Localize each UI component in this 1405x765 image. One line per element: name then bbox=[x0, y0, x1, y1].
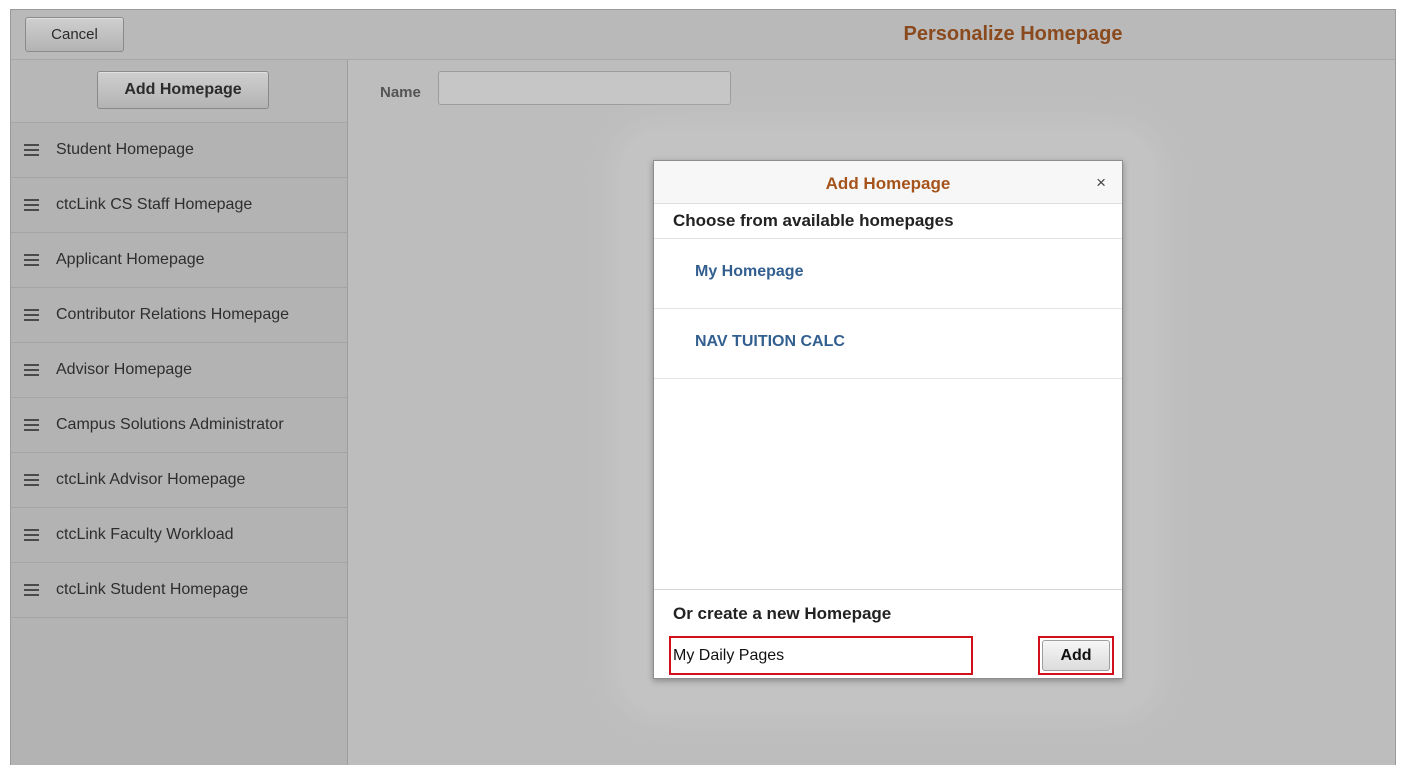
close-icon[interactable]: × bbox=[1096, 173, 1106, 193]
drag-handle-icon[interactable] bbox=[24, 584, 39, 596]
page-title: Personalize Homepage bbox=[903, 23, 1123, 45]
new-homepage-name-input[interactable] bbox=[669, 636, 973, 675]
sidebar-header: Add Homepage bbox=[11, 60, 347, 123]
drag-handle-icon[interactable] bbox=[24, 364, 39, 376]
name-label: Name bbox=[380, 84, 421, 101]
homepage-option-nav-tuition-calc[interactable]: NAV TUITION CALC bbox=[654, 309, 1122, 379]
sidebar-item-faculty-workload[interactable]: ctcLink Faculty Workload bbox=[11, 508, 347, 563]
drag-handle-icon[interactable] bbox=[24, 309, 39, 321]
drag-handle-icon[interactable] bbox=[24, 199, 39, 211]
homepage-sidebar: Add Homepage Student Homepage ctcLink CS… bbox=[11, 60, 348, 765]
sidebar-item-campus-solutions-admin[interactable]: Campus Solutions Administrator bbox=[11, 398, 347, 453]
sidebar-item-label: ctcLink Advisor Homepage bbox=[56, 471, 246, 488]
drag-handle-icon[interactable] bbox=[24, 419, 39, 431]
sidebar-item-label: Applicant Homepage bbox=[56, 251, 205, 268]
sidebar-item-contributor-relations[interactable]: Contributor Relations Homepage bbox=[11, 288, 347, 343]
add-homepage-dialog: Add Homepage × Choose from available hom… bbox=[653, 160, 1123, 679]
add-button-highlight: Add bbox=[1038, 636, 1114, 675]
drag-handle-icon[interactable] bbox=[24, 144, 39, 156]
sidebar-item-cs-staff-homepage[interactable]: ctcLink CS Staff Homepage bbox=[11, 178, 347, 233]
dialog-header: Add Homepage × bbox=[654, 161, 1122, 204]
sidebar-item-label: Student Homepage bbox=[56, 141, 194, 158]
sidebar-item-student-homepage[interactable]: Student Homepage bbox=[11, 123, 347, 178]
sidebar-item-ctclink-advisor[interactable]: ctcLink Advisor Homepage bbox=[11, 453, 347, 508]
top-bar: Cancel Personalize Homepage bbox=[11, 10, 1395, 60]
sidebar-item-label: ctcLink Student Homepage bbox=[56, 581, 249, 598]
sidebar-item-label: Campus Solutions Administrator bbox=[56, 416, 284, 433]
add-homepage-button[interactable]: Add Homepage bbox=[97, 71, 269, 109]
create-section-title: Or create a new Homepage bbox=[673, 604, 892, 623]
sidebar-item-label: ctcLink CS Staff Homepage bbox=[56, 196, 253, 213]
sidebar-item-label: Contributor Relations Homepage bbox=[56, 306, 290, 323]
add-button[interactable]: Add bbox=[1042, 640, 1110, 671]
sidebar-item-ctclink-student[interactable]: ctcLink Student Homepage bbox=[11, 563, 347, 618]
sidebar-item-label: ctcLink Faculty Workload bbox=[56, 526, 234, 543]
sidebar-item-applicant-homepage[interactable]: Applicant Homepage bbox=[11, 233, 347, 288]
sidebar-item-label: Advisor Homepage bbox=[56, 361, 193, 378]
dialog-title: Add Homepage bbox=[825, 174, 951, 193]
homepage-option-my-homepage[interactable]: My Homepage bbox=[654, 239, 1122, 309]
drag-handle-icon[interactable] bbox=[24, 529, 39, 541]
drag-handle-icon[interactable] bbox=[24, 254, 39, 266]
create-homepage-section: Or create a new Homepage Add bbox=[654, 589, 1122, 680]
choose-section-title: Choose from available homepages bbox=[654, 204, 1122, 239]
name-input[interactable] bbox=[438, 71, 731, 105]
sidebar-item-advisor-homepage[interactable]: Advisor Homepage bbox=[11, 343, 347, 398]
drag-handle-icon[interactable] bbox=[24, 474, 39, 486]
